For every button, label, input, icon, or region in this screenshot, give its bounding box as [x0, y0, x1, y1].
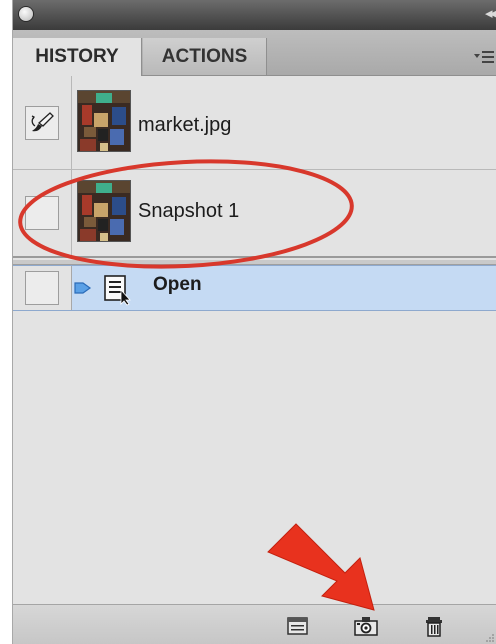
create-snapshot-icon[interactable]: [353, 615, 379, 637]
close-panel-button[interactable]: [19, 7, 33, 21]
history-brush-source-toggle[interactable]: [25, 271, 59, 305]
history-brush-source-toggle[interactable]: [25, 106, 59, 140]
panel-tab-bar: HISTORY ACTIONS: [13, 30, 496, 76]
history-state-open[interactable]: Open: [13, 265, 496, 311]
history-snapshot-market[interactable]: market.jpg: [13, 76, 496, 170]
history-item-label: Snapshot 1: [138, 200, 240, 222]
tab-history[interactable]: HISTORY: [13, 38, 142, 76]
history-source-column: [13, 76, 72, 169]
new-document-from-state-icon[interactable]: [285, 615, 311, 637]
collapse-icon[interactable]: ◂◂: [485, 5, 496, 23]
resize-grip-icon[interactable]: [485, 633, 495, 643]
tab-actions[interactable]: ACTIONS: [143, 38, 267, 75]
history-state-marker-icon: [74, 282, 92, 294]
snapshot-thumbnail: [77, 90, 131, 152]
history-source-column: [13, 170, 72, 256]
history-snapshot-1[interactable]: Snapshot 1: [13, 170, 496, 258]
history-panel: ◂◂ HISTORY ACTIONS market.jpg Snapshot 1…: [12, 0, 496, 644]
history-bottom-bar: [13, 604, 496, 644]
delete-icon[interactable]: [421, 615, 447, 637]
history-brush-icon: [31, 112, 54, 132]
history-item-label: Open: [153, 274, 202, 295]
open-document-icon: [104, 275, 131, 306]
history-item-label: market.jpg: [138, 114, 232, 136]
snapshot-thumbnail: [77, 180, 131, 242]
history-brush-source-toggle[interactable]: [25, 196, 59, 230]
history-source-column: [13, 266, 72, 310]
panel-title-bar[interactable]: ◂◂: [13, 0, 496, 30]
panel-menu-icon[interactable]: [473, 48, 495, 66]
